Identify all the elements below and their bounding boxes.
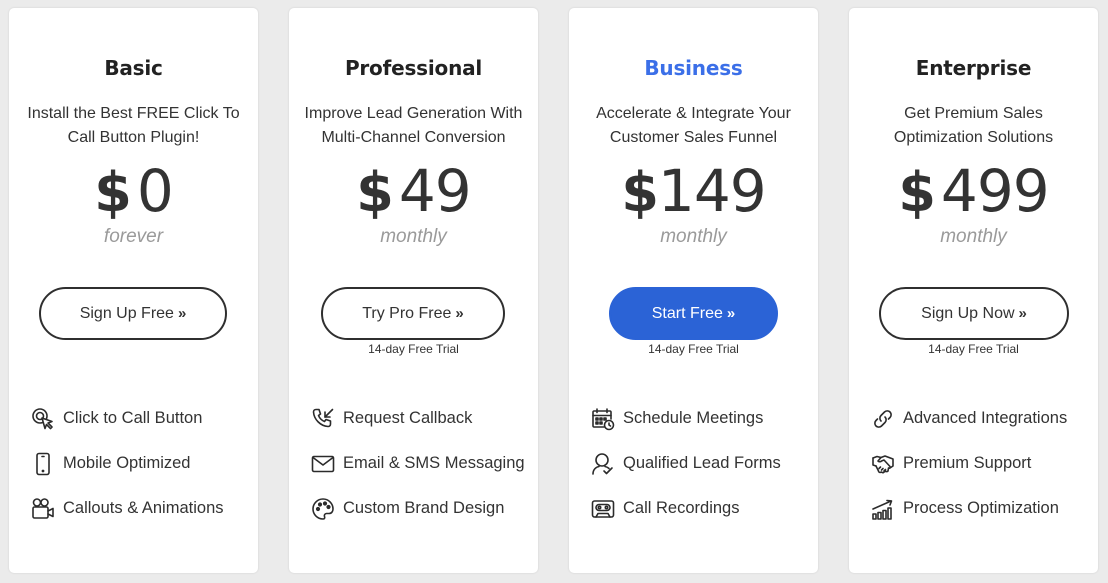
plan-card-professional: Professional Improve Lead Generation Wit… bbox=[289, 8, 538, 573]
button-label: Sign Up Now bbox=[921, 305, 1015, 322]
plan-description: Get Premium Sales Optimization Solutions bbox=[893, 105, 1054, 146]
plan-title: Business bbox=[644, 56, 743, 80]
plan-price: $49 bbox=[289, 158, 538, 226]
feature-item: Schedule Meetings bbox=[590, 396, 810, 441]
plan-title: Enterprise bbox=[915, 56, 1032, 80]
feature-label: Process Optimization bbox=[903, 499, 1059, 517]
feature-item: Qualified Lead Forms bbox=[590, 441, 810, 486]
feature-label: Email & SMS Messaging bbox=[343, 454, 525, 472]
feature-item: Call Recordings bbox=[590, 486, 810, 531]
feature-item: Custom Brand Design bbox=[310, 486, 530, 531]
feature-item: Process Optimization bbox=[870, 486, 1090, 531]
trial-note: 14-day Free Trial bbox=[928, 342, 1019, 356]
try-pro-free-button[interactable]: Try Pro Free» bbox=[321, 287, 505, 340]
feature-label: Advanced Integrations bbox=[903, 409, 1068, 427]
start-free-button[interactable]: Start Free» bbox=[609, 287, 778, 340]
cassette-icon bbox=[590, 496, 616, 522]
feature-item: Request Callback bbox=[310, 396, 530, 441]
feature-label: Click to Call Button bbox=[63, 409, 203, 427]
currency-symbol: $ bbox=[94, 161, 132, 224]
currency-symbol: $ bbox=[898, 161, 936, 224]
plan-price: $0 bbox=[9, 158, 258, 226]
plan-description: Install the Best FREE Click To Call Butt… bbox=[27, 105, 240, 146]
billing-period: monthly bbox=[940, 226, 1007, 247]
handshake-icon bbox=[870, 451, 896, 477]
button-label: Try Pro Free bbox=[362, 305, 452, 322]
double-chevron-right-icon: » bbox=[455, 305, 464, 322]
phone-incoming-icon bbox=[310, 406, 336, 432]
plan-card-basic: Basic Install the Best FREE Click To Cal… bbox=[9, 8, 258, 573]
feature-label: Callouts & Animations bbox=[63, 499, 224, 517]
double-chevron-right-icon: » bbox=[1018, 305, 1027, 322]
feature-label: Qualified Lead Forms bbox=[623, 454, 781, 472]
click-pointer-icon bbox=[30, 406, 56, 432]
double-chevron-right-icon: » bbox=[177, 305, 187, 322]
feature-label: Custom Brand Design bbox=[343, 499, 505, 517]
button-label: Sign Up Free bbox=[79, 305, 174, 322]
billing-period: forever bbox=[103, 226, 164, 247]
feature-item: Email & SMS Messaging bbox=[310, 441, 530, 486]
billing-period: monthly bbox=[660, 226, 727, 247]
billing-period: monthly bbox=[380, 226, 447, 247]
feature-label: Schedule Meetings bbox=[623, 409, 764, 427]
button-label: Start Free bbox=[651, 305, 723, 322]
price-amount: 499 bbox=[940, 157, 1050, 225]
double-chevron-right-icon: » bbox=[726, 305, 736, 322]
feature-item: Click to Call Button bbox=[30, 396, 250, 441]
currency-symbol: $ bbox=[356, 161, 394, 224]
feature-list: Request Callback Email & SMS Messaging C… bbox=[310, 396, 530, 531]
mobile-phone-icon bbox=[30, 451, 56, 477]
plan-description: Accelerate & Integrate Your Customer Sal… bbox=[596, 105, 791, 146]
plan-card-business: Business Accelerate & Integrate Your Cus… bbox=[569, 8, 818, 573]
feature-label: Request Callback bbox=[343, 409, 473, 427]
plan-description: Improve Lead Generation With Multi-Chann… bbox=[304, 105, 523, 146]
feature-label: Premium Support bbox=[903, 454, 1032, 472]
envelope-icon bbox=[310, 451, 336, 477]
palette-icon bbox=[310, 496, 336, 522]
plan-title: Basic bbox=[104, 56, 163, 80]
plan-title: Professional bbox=[344, 56, 483, 80]
calendar-clock-icon bbox=[590, 406, 616, 432]
price-amount: 49 bbox=[398, 157, 472, 225]
plan-price: $499 bbox=[849, 158, 1098, 226]
price-amount: 149 bbox=[657, 157, 767, 225]
feature-item: Premium Support bbox=[870, 441, 1090, 486]
currency-symbol: $ bbox=[621, 161, 659, 224]
feature-item: Mobile Optimized bbox=[30, 441, 250, 486]
price-amount: 0 bbox=[136, 157, 174, 225]
feature-item: Advanced Integrations bbox=[870, 396, 1090, 441]
feature-list: Schedule Meetings Qualified Lead Forms C… bbox=[590, 396, 810, 531]
pricing-section: Basic Install the Best FREE Click To Cal… bbox=[0, 0, 1108, 583]
user-check-icon bbox=[590, 451, 616, 477]
feature-item: Callouts & Animations bbox=[30, 486, 250, 531]
video-camera-icon bbox=[30, 496, 56, 522]
sign-up-now-button[interactable]: Sign Up Now» bbox=[879, 287, 1069, 340]
plan-price: $149 bbox=[569, 158, 818, 226]
link-icon bbox=[870, 406, 896, 432]
sign-up-free-button[interactable]: Sign Up Free» bbox=[39, 287, 227, 340]
trial-note: 14-day Free Trial bbox=[368, 342, 459, 356]
plan-card-enterprise: Enterprise Get Premium Sales Optimizatio… bbox=[849, 8, 1098, 573]
trial-note: 14-day Free Trial bbox=[648, 342, 739, 356]
growth-chart-icon bbox=[870, 496, 896, 522]
feature-list: Advanced Integrations Premium Support Pr… bbox=[870, 396, 1090, 531]
feature-label: Call Recordings bbox=[623, 499, 740, 517]
feature-list: Click to Call Button Mobile Optimized Ca… bbox=[30, 396, 250, 531]
feature-label: Mobile Optimized bbox=[63, 454, 191, 472]
